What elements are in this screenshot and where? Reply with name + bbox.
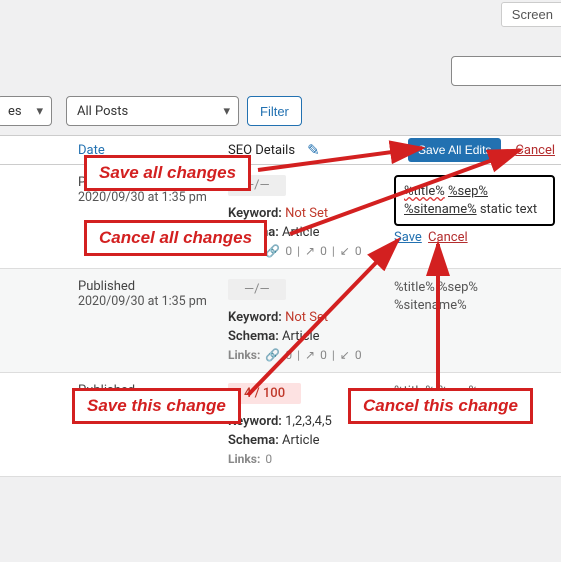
keyword-value: Not Set: [285, 310, 328, 325]
filter-bar: es All Posts Filter: [0, 91, 561, 131]
status-label: Published: [78, 279, 228, 294]
filter-select-1[interactable]: es: [0, 96, 52, 126]
incoming-link-icon: ↙: [340, 244, 350, 258]
row-save-link[interactable]: Save: [394, 230, 422, 245]
save-all-button[interactable]: Save All Edits: [408, 138, 501, 162]
annotation-save-this: Save this change: [72, 388, 241, 424]
screen-options-button[interactable]: Screen: [501, 2, 561, 27]
date-label: 2020/09/30 at 1:35 pm: [78, 190, 228, 205]
annotation-cancel-all: Cancel all changes: [84, 220, 267, 256]
schema-value: Article: [282, 329, 319, 344]
search-input[interactable]: [451, 56, 561, 86]
filter-select-2[interactable]: All Posts: [66, 96, 239, 126]
external-link-icon: ↗: [305, 244, 315, 258]
annotation-save-all: Save all changes: [84, 155, 251, 191]
schema-value: Article: [282, 433, 319, 448]
keyword-value: Not Set: [285, 206, 328, 221]
pencil-icon[interactable]: ✎: [307, 141, 320, 159]
filter-select-1-value: es: [8, 104, 22, 119]
filter-button[interactable]: Filter: [247, 96, 302, 126]
links-summary: Links: 🔗0 | ↗0 | ↙0: [228, 348, 394, 362]
links-summary: Links: 0: [228, 452, 394, 466]
filter-select-2-value: All Posts: [77, 104, 128, 119]
seo-score-badge: —/—: [228, 279, 286, 300]
date-label: 2020/09/30 at 1:35 pm: [78, 294, 228, 309]
table-row: Published 2020/09/30 at 1:35 pm —/— Keyw…: [0, 269, 561, 373]
title-edit-box[interactable]: %title% %sep% %sitename% static text: [394, 175, 555, 226]
link-icon: 🔗: [265, 348, 280, 362]
external-link-icon: ↗: [305, 348, 315, 362]
link-icon: 🔗: [265, 244, 280, 258]
incoming-link-icon: ↙: [340, 348, 350, 362]
keyword-value: 1,2,3,4,5: [285, 414, 332, 429]
schema-value: Article: [282, 225, 319, 240]
annotation-cancel-this: Cancel this change: [348, 388, 533, 424]
row-cancel-link[interactable]: Cancel: [428, 230, 468, 245]
title-preview: %title% %sep% %sitename%: [394, 279, 555, 314]
cancel-all-link[interactable]: Cancel: [515, 143, 555, 158]
